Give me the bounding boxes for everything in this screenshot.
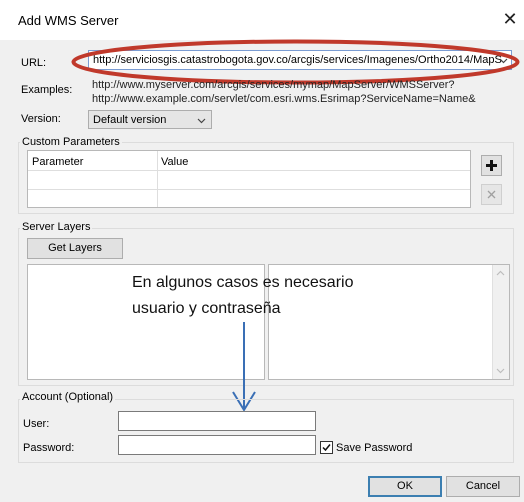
row-divider <box>28 170 470 171</box>
close-icon <box>487 190 496 199</box>
column-header-parameter[interactable]: Parameter <box>32 156 83 168</box>
ok-button[interactable]: OK <box>368 476 442 497</box>
example-url-1: http://www.myserver.com/arcgis/services/… <box>92 79 455 91</box>
account-title: Account (Optional) <box>20 391 116 403</box>
chevron-up-icon[interactable] <box>496 270 505 276</box>
version-select[interactable]: Default version <box>88 110 212 129</box>
password-input[interactable] <box>118 435 316 455</box>
checkmark-icon <box>322 444 331 452</box>
chevron-down-icon[interactable] <box>496 368 505 374</box>
add-parameter-button[interactable] <box>481 155 502 176</box>
save-password-checkbox[interactable] <box>320 441 333 454</box>
column-divider <box>157 151 158 207</box>
custom-parameters-title: Custom Parameters <box>20 136 122 148</box>
user-input[interactable] <box>118 411 316 431</box>
server-layers-title: Server Layers <box>20 221 93 233</box>
row-divider <box>28 189 470 190</box>
url-label: URL: <box>21 57 47 69</box>
save-password-label[interactable]: Save Password <box>336 442 412 454</box>
annotation-line-1: En algunos casos es necesario <box>132 274 354 291</box>
user-label: User: <box>23 418 50 430</box>
details-scrollbar[interactable] <box>492 265 509 379</box>
password-label: Password: <box>23 442 75 454</box>
version-label: Version: <box>21 113 61 125</box>
chevron-down-icon <box>197 118 206 124</box>
window-title: Add WMS Server <box>18 13 119 28</box>
parameters-grid[interactable]: Parameter Value <box>27 150 471 208</box>
example-url-2: http://www.example.com/servlet/com.esri.… <box>92 93 476 105</box>
examples-label: Examples: <box>21 84 73 96</box>
close-icon[interactable]: ✕ <box>500 9 520 29</box>
annotation-line-2: usuario y contraseña <box>132 300 281 317</box>
plus-icon <box>486 160 497 171</box>
cancel-button[interactable]: Cancel <box>446 476 520 497</box>
version-value: Default version <box>93 114 167 126</box>
column-header-value[interactable]: Value <box>161 156 188 168</box>
remove-parameter-button[interactable] <box>481 184 502 205</box>
get-layers-button[interactable]: Get Layers <box>27 238 123 259</box>
